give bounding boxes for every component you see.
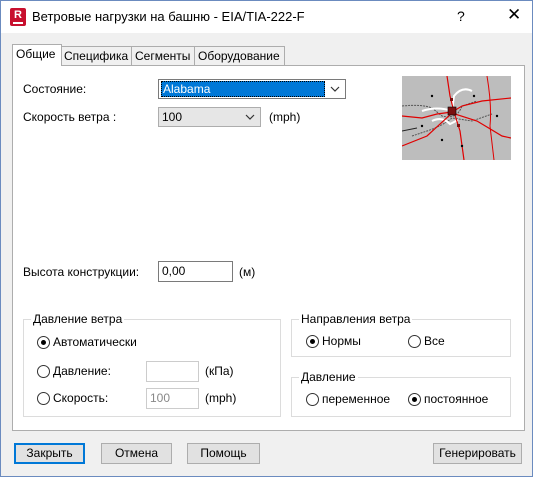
state-map-image [402, 76, 511, 160]
height-unit: (м) [239, 265, 256, 279]
radio-dot [37, 336, 50, 349]
chevron-down-icon [245, 114, 255, 120]
height-input[interactable]: 0,00 [158, 261, 233, 282]
height-label: Высота конструкции: [23, 265, 140, 279]
tab-panel-general: Состояние: Alabama Скорость ветра : 100 … [12, 65, 525, 431]
radio-dot [37, 392, 50, 405]
close-button[interactable]: Закрыть [14, 443, 85, 464]
help-button[interactable]: Помощь [187, 443, 260, 464]
tab-equipment[interactable]: Оборудование [194, 46, 285, 65]
dialog-window: R Ветровые нагрузки на башню - EIA/TIA-2… [0, 0, 533, 477]
app-logo-icon: R [10, 8, 26, 26]
state-label: Состояние: [23, 82, 87, 96]
title-bar: R Ветровые нагрузки на башню - EIA/TIA-2… [1, 1, 532, 33]
tab-segments[interactable]: Сегменты [131, 46, 198, 65]
radio-dot [408, 335, 421, 348]
chevron-down-icon [330, 86, 340, 92]
wind-pressure-group: Давление ветра Автоматически Давление: (… [23, 312, 281, 417]
pressure-input[interactable] [146, 361, 199, 382]
wind-pressure-legend: Давление ветра [31, 312, 125, 326]
radio-dot [37, 365, 50, 378]
state-select[interactable]: Alabama [158, 79, 346, 99]
pressure-type-group: Давление переменное постоянное [291, 370, 511, 417]
close-icon[interactable]: ✕ [507, 5, 521, 25]
wind-direction-group: Направления ветра Нормы Все [291, 312, 511, 357]
speed-input[interactable]: 100 [146, 388, 199, 409]
radio-dot [408, 393, 421, 406]
radio-dot [306, 393, 319, 406]
wind-direction-legend: Направления ветра [299, 312, 413, 326]
window-title: Ветровые нагрузки на башню - EIA/TIA-222… [32, 9, 305, 24]
tab-general[interactable]: Общие [12, 44, 62, 66]
cancel-button[interactable]: Отмена [101, 443, 172, 464]
radio-dot [306, 335, 319, 348]
tab-specifics[interactable]: Специфика [60, 46, 132, 65]
generate-button[interactable]: Генерировать [433, 443, 522, 464]
pressure-type-legend: Давление [299, 370, 358, 384]
wind-speed-unit: (mph) [269, 110, 301, 124]
wind-speed-label: Скорость ветра : [23, 110, 117, 124]
pressure-unit: (кПа) [205, 364, 234, 378]
help-icon[interactable]: ? [457, 8, 465, 24]
wind-speed-select[interactable]: 100 [158, 107, 261, 127]
speed-unit: (mph) [205, 391, 237, 405]
